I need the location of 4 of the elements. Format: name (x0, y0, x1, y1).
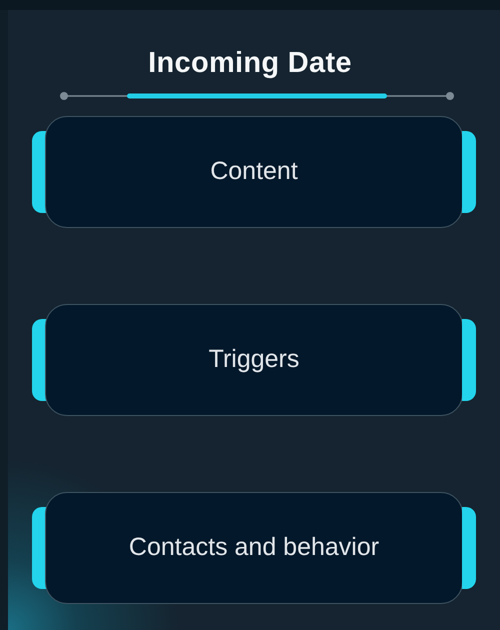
menu-button[interactable]: Contacts and behavior (45, 492, 463, 604)
menu-button[interactable]: Triggers (45, 304, 463, 416)
menu-button[interactable]: Content (45, 116, 463, 228)
panel-title: Incoming Date (148, 48, 352, 80)
